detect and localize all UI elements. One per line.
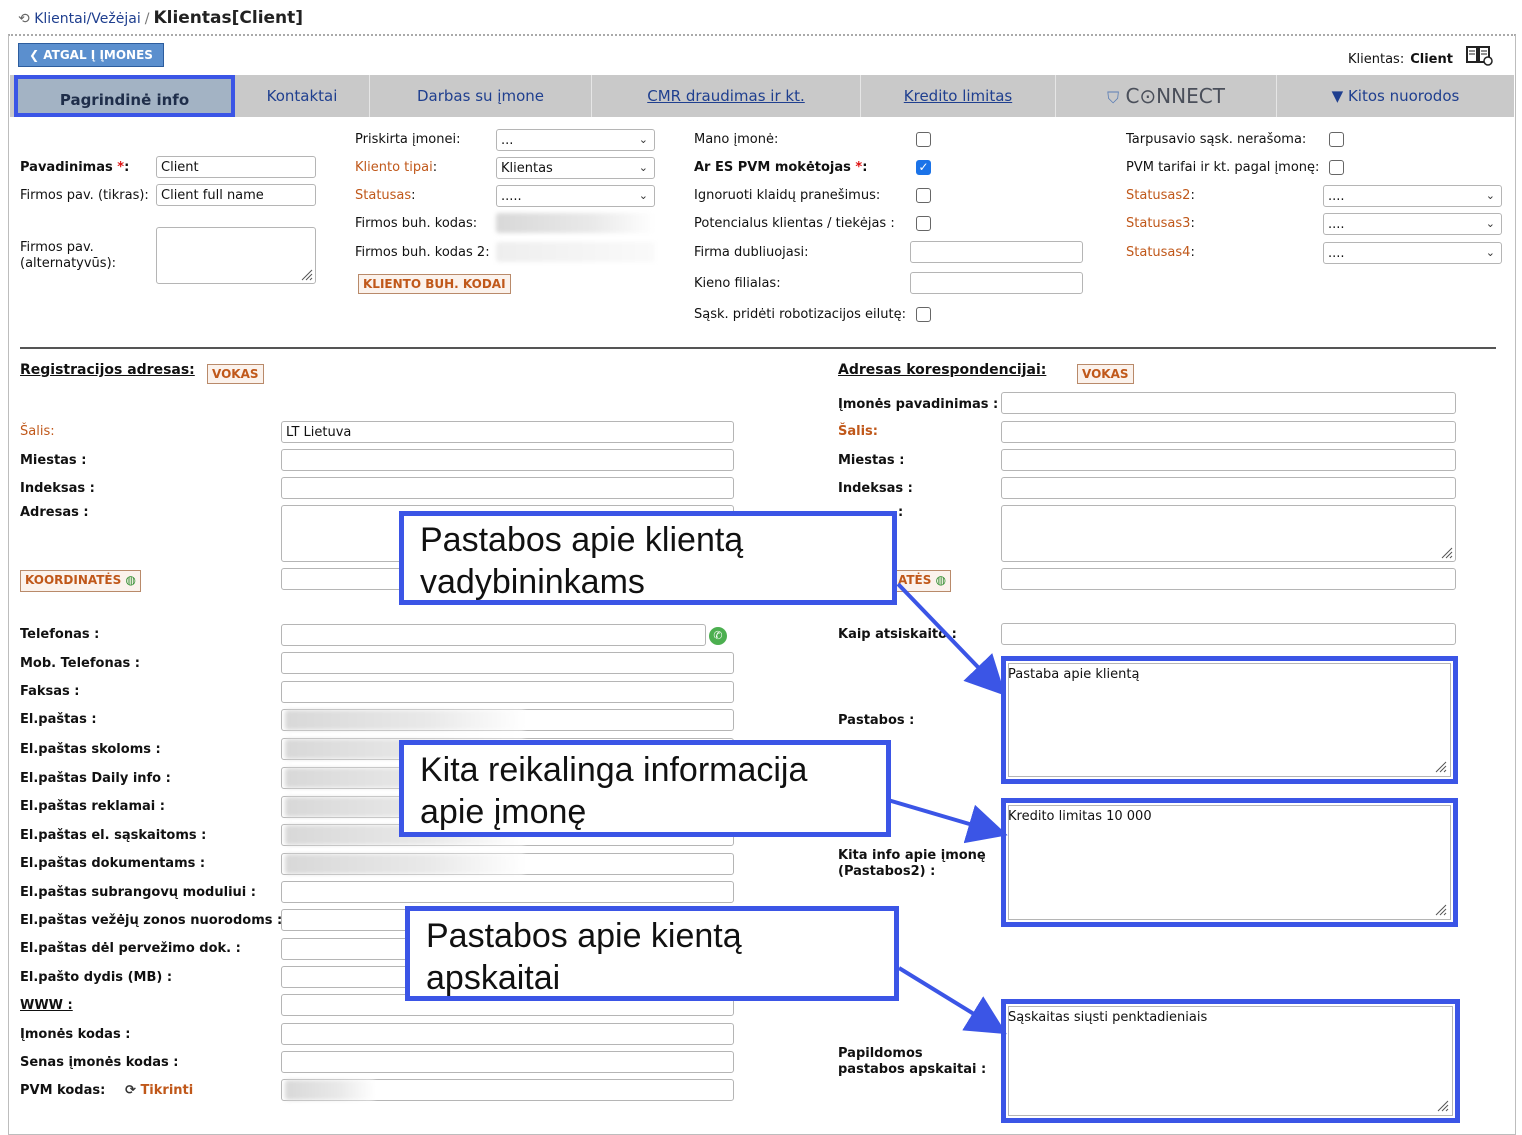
callout-manager-notes-line1: Pastabos apie klientą bbox=[420, 521, 744, 559]
callout-manager-notes: Pastabos apie klientą vadybininkams bbox=[399, 511, 897, 605]
callout-other-info: Kita reikalinga informacija apie įmonę bbox=[399, 740, 891, 837]
arrow-to-accounting-notes bbox=[897, 966, 1007, 1035]
callout-other-info-line2: apie įmonę bbox=[420, 793, 587, 831]
callout-manager-notes-line2: vadybininkams bbox=[420, 563, 645, 601]
arrow-to-notes bbox=[896, 582, 1006, 696]
callout-accounting-notes: Pastabos apie kientą apskaitai bbox=[405, 906, 899, 1001]
callout-accounting-notes-line2: apskaitai bbox=[426, 959, 561, 997]
arrow-to-other-info bbox=[887, 798, 1008, 844]
callout-other-info-line1: Kita reikalinga informacija bbox=[420, 751, 808, 789]
callout-accounting-notes-line1: Pastabos apie kientą bbox=[426, 917, 742, 955]
